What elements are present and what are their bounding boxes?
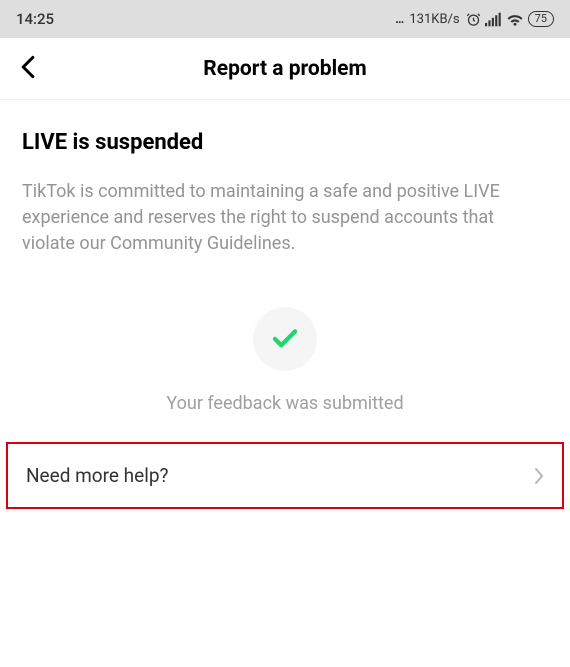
status-icons: 75 (466, 11, 554, 27)
wifi-icon (506, 12, 524, 26)
chevron-left-icon (20, 55, 36, 79)
status-bar: 14:25 ... 131KB/s 75 (0, 0, 570, 38)
alarm-icon (466, 12, 481, 27)
status-time: 14:25 (16, 10, 54, 28)
need-more-help-row[interactable]: Need more help? (6, 442, 564, 509)
back-button[interactable] (14, 49, 42, 89)
chevron-right-icon (534, 467, 544, 485)
content: LIVE is suspended TikTok is committed to… (0, 100, 570, 414)
checkmark-icon (270, 324, 300, 354)
body-text: TikTok is committed to maintaining a saf… (22, 179, 548, 257)
network-speed: 131KB/s (409, 12, 459, 27)
ellipsis-icon: ... (395, 12, 403, 27)
section-heading: LIVE is suspended (22, 130, 548, 155)
status-right: ... 131KB/s 75 (395, 11, 554, 27)
signal-icon (485, 12, 502, 27)
feedback-text: Your feedback was submitted (166, 393, 403, 414)
feedback-block: Your feedback was submitted (22, 307, 548, 414)
header: Report a problem (0, 38, 570, 100)
check-circle (253, 307, 317, 371)
help-label: Need more help? (26, 464, 169, 487)
battery-icon: 75 (528, 11, 554, 27)
page-title: Report a problem (203, 57, 366, 81)
